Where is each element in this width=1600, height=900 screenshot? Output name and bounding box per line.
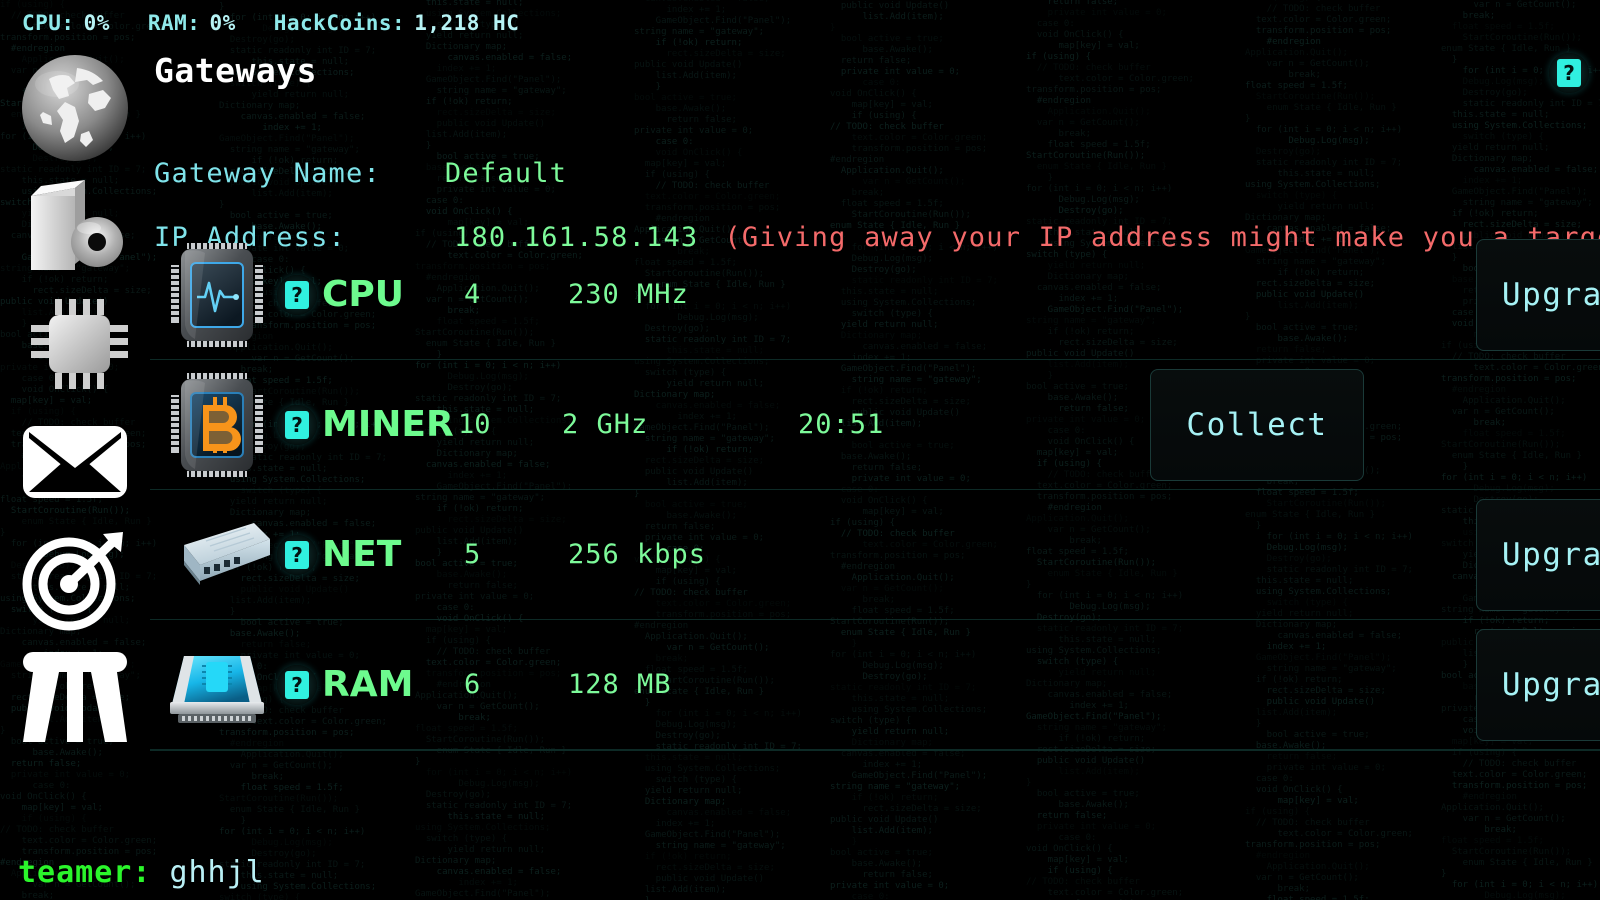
component-speed: 256 kbps — [568, 539, 707, 570]
ram-help-icon[interactable]: ? — [277, 664, 317, 705]
help-glyph: ? — [1557, 59, 1581, 87]
component-name: RAM — [322, 663, 414, 705]
status-bar: CPU: 0% RAM: 0% HackCoins: 1,218 HC — [0, 0, 1600, 46]
sidebar-item-software[interactable] — [19, 172, 131, 280]
component-action-area: Upgrade $1800 — [798, 238, 1600, 351]
ram-stat-value: 0% — [209, 11, 236, 35]
gateway-name-value: Default — [444, 158, 568, 189]
collect-miner-button[interactable]: Collect — [1150, 368, 1364, 481]
hackcoins-value: 1,218 HC — [414, 11, 520, 35]
component-speed: 2 GHz — [562, 409, 649, 440]
upgrade-net-button[interactable]: Upgrade $1100 — [1476, 498, 1600, 611]
cpu-stat: CPU: 0% — [22, 11, 110, 35]
component-level: 6 — [464, 669, 481, 700]
component-name: CPU — [322, 273, 405, 315]
help-glyph: ? — [285, 410, 309, 439]
chat-message: ghhjl — [169, 855, 265, 890]
target-icon — [19, 528, 131, 632]
component-action-area: Upgrade $1300 — [798, 628, 1600, 741]
net-help-icon[interactable]: ? — [277, 534, 317, 575]
bitcoin-chip-icon — [162, 369, 272, 481]
component-label-group: ? RAM — [277, 663, 458, 705]
ram-stat-label: RAM: — [147, 11, 201, 35]
page-title: Gateways — [154, 51, 317, 90]
sidebar-item-internet[interactable] — [19, 54, 131, 162]
upgrade-cpu-button[interactable]: Upgrade $1800 — [1476, 238, 1600, 351]
help-glyph: ? — [285, 670, 309, 699]
cpu-stat-value: 0% — [83, 11, 110, 35]
component-level: 5 — [464, 539, 481, 570]
component-label-group: ? CPU — [277, 273, 458, 315]
sidebar-item-hardware[interactable] — [19, 290, 131, 398]
upgrade-ram-button[interactable]: Upgrade $1300 — [1476, 628, 1600, 741]
envelope-icon — [19, 420, 131, 504]
component-row-ram: ? RAM 6 128 MB Upgrade $1300 — [150, 620, 1600, 750]
gateway-portal-icon — [19, 650, 131, 746]
globe-icon — [19, 54, 131, 162]
gateway-name-label: Gateway Name: — [154, 158, 381, 189]
software-box-cd-icon — [19, 176, 131, 276]
chat-line: teamer: ghhjl — [18, 855, 265, 890]
component-action-area: Upgrade $1100 — [798, 498, 1600, 611]
component-label-group: ? MINER — [277, 403, 458, 445]
miner-help-icon[interactable]: ? — [277, 404, 317, 445]
component-name: MINER — [322, 403, 454, 445]
help-icon[interactable]: ? — [1549, 53, 1589, 93]
component-name: NET — [322, 533, 402, 575]
hackcoins-label: HackCoins: — [273, 11, 406, 35]
ram-stat: RAM: 0% — [148, 11, 236, 35]
hackcoins-stat: HackCoins: 1,218 HC — [274, 11, 520, 35]
table-bottom-divider — [150, 750, 1600, 751]
gateway-name-row: Gateway Name: Default — [154, 158, 567, 189]
component-level: 4 — [464, 279, 481, 310]
sidebar-item-mail[interactable] — [19, 408, 131, 516]
component-speed: 128 MB — [568, 669, 672, 700]
component-action-area: Collect — [998, 368, 1600, 481]
cpu-help-icon[interactable]: ? — [277, 274, 317, 315]
sidebar-item-gateways[interactable] — [19, 644, 131, 752]
component-row-cpu: ? CPU 4 230 MHz Upgrade $1800 — [150, 230, 1600, 360]
cpu-chip-waveform-icon — [162, 239, 272, 351]
cpu-stat-label: CPU: — [22, 11, 75, 35]
memory-module-icon — [162, 642, 272, 728]
miner-timer: 20:51 — [798, 409, 885, 440]
chat-username: teamer: — [18, 855, 152, 890]
sidebar — [0, 46, 150, 900]
component-speed: 230 MHz — [568, 279, 689, 310]
sidebar-item-missions[interactable] — [19, 526, 131, 634]
main-panel: Gateways ? Gateway Name: Default IP Addr… — [150, 46, 1600, 900]
component-row-net: ? NET 5 256 kbps Upgrade $1100 — [150, 490, 1600, 620]
help-glyph: ? — [285, 540, 309, 569]
cpu-chip-icon — [19, 291, 131, 397]
router-modem-icon — [162, 515, 272, 595]
help-glyph: ? — [285, 280, 309, 309]
component-level: 10 — [458, 409, 491, 440]
component-label-group: ? NET — [277, 533, 458, 575]
component-row-miner: ? MINER 10 2 GHz 20:51 Collect — [150, 360, 1600, 490]
